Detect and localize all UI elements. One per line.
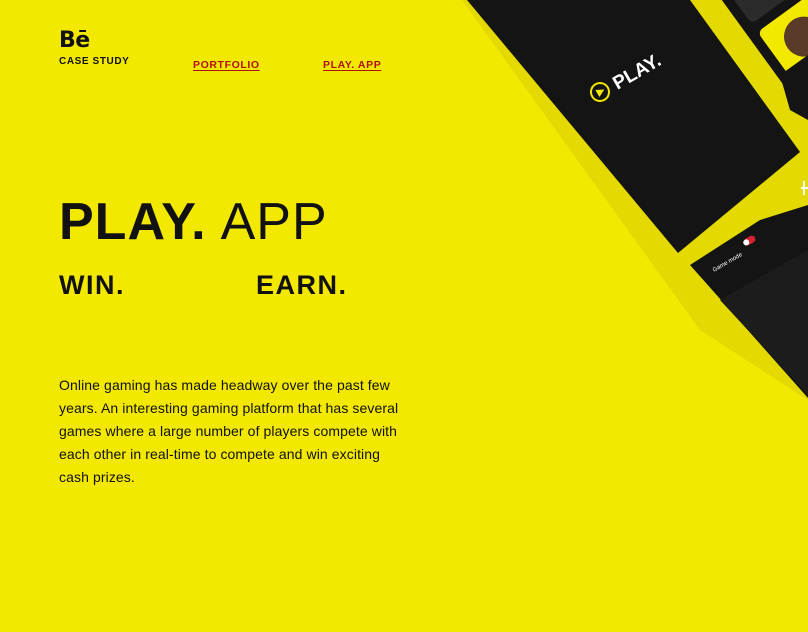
accent-mark-vertical — [803, 181, 805, 195]
brand: Bē CASE STUDY — [59, 30, 130, 68]
thumbnail-edge — [780, 55, 808, 120]
splash-screen — [467, 0, 800, 253]
thumbnail-frame — [703, 0, 808, 136]
splash-logo-text: PLAY. — [609, 50, 665, 94]
play-circle-icon — [590, 82, 610, 102]
game-mode-label: Game mode — [712, 252, 744, 274]
game-thumbnail-1 — [717, 0, 806, 22]
app-mockup-showcase: PLAY. Game mode — [462, 0, 808, 400]
tag-earn: EARN. — [256, 270, 348, 300]
description: Online gaming has made headway over the … — [59, 377, 399, 485]
game-mode-row: Game mode — [712, 252, 744, 274]
tag-win: WIN. — [59, 270, 125, 300]
portfolio-link[interactable]: PORTFOLIO — [193, 59, 260, 71]
game-thumbnail-5 — [802, 51, 808, 124]
game-character-art — [784, 16, 808, 57]
game-thumbnail-stack — [703, 0, 808, 136]
game-mode-backdrop — [720, 250, 808, 395]
hero-title: PLAY. APP — [59, 192, 328, 252]
accent-mark — [801, 187, 808, 189]
behance-logo[interactable]: Bē — [59, 30, 129, 52]
toggle-switch-icon — [743, 235, 756, 246]
play-app-link[interactable]: PLAY. APP — [323, 59, 381, 71]
splash-logo: PLAY. — [590, 50, 665, 102]
case-study-label: CASE STUDY — [59, 56, 130, 67]
game-mode-screen — [690, 205, 808, 398]
diagonal-shadow — [462, 0, 808, 400]
game-thumbnail-3 — [759, 0, 808, 80]
hero-title-light: APP — [220, 193, 328, 251]
play-triangle-icon — [595, 89, 605, 97]
hero-title-strong: PLAY. — [59, 193, 207, 251]
